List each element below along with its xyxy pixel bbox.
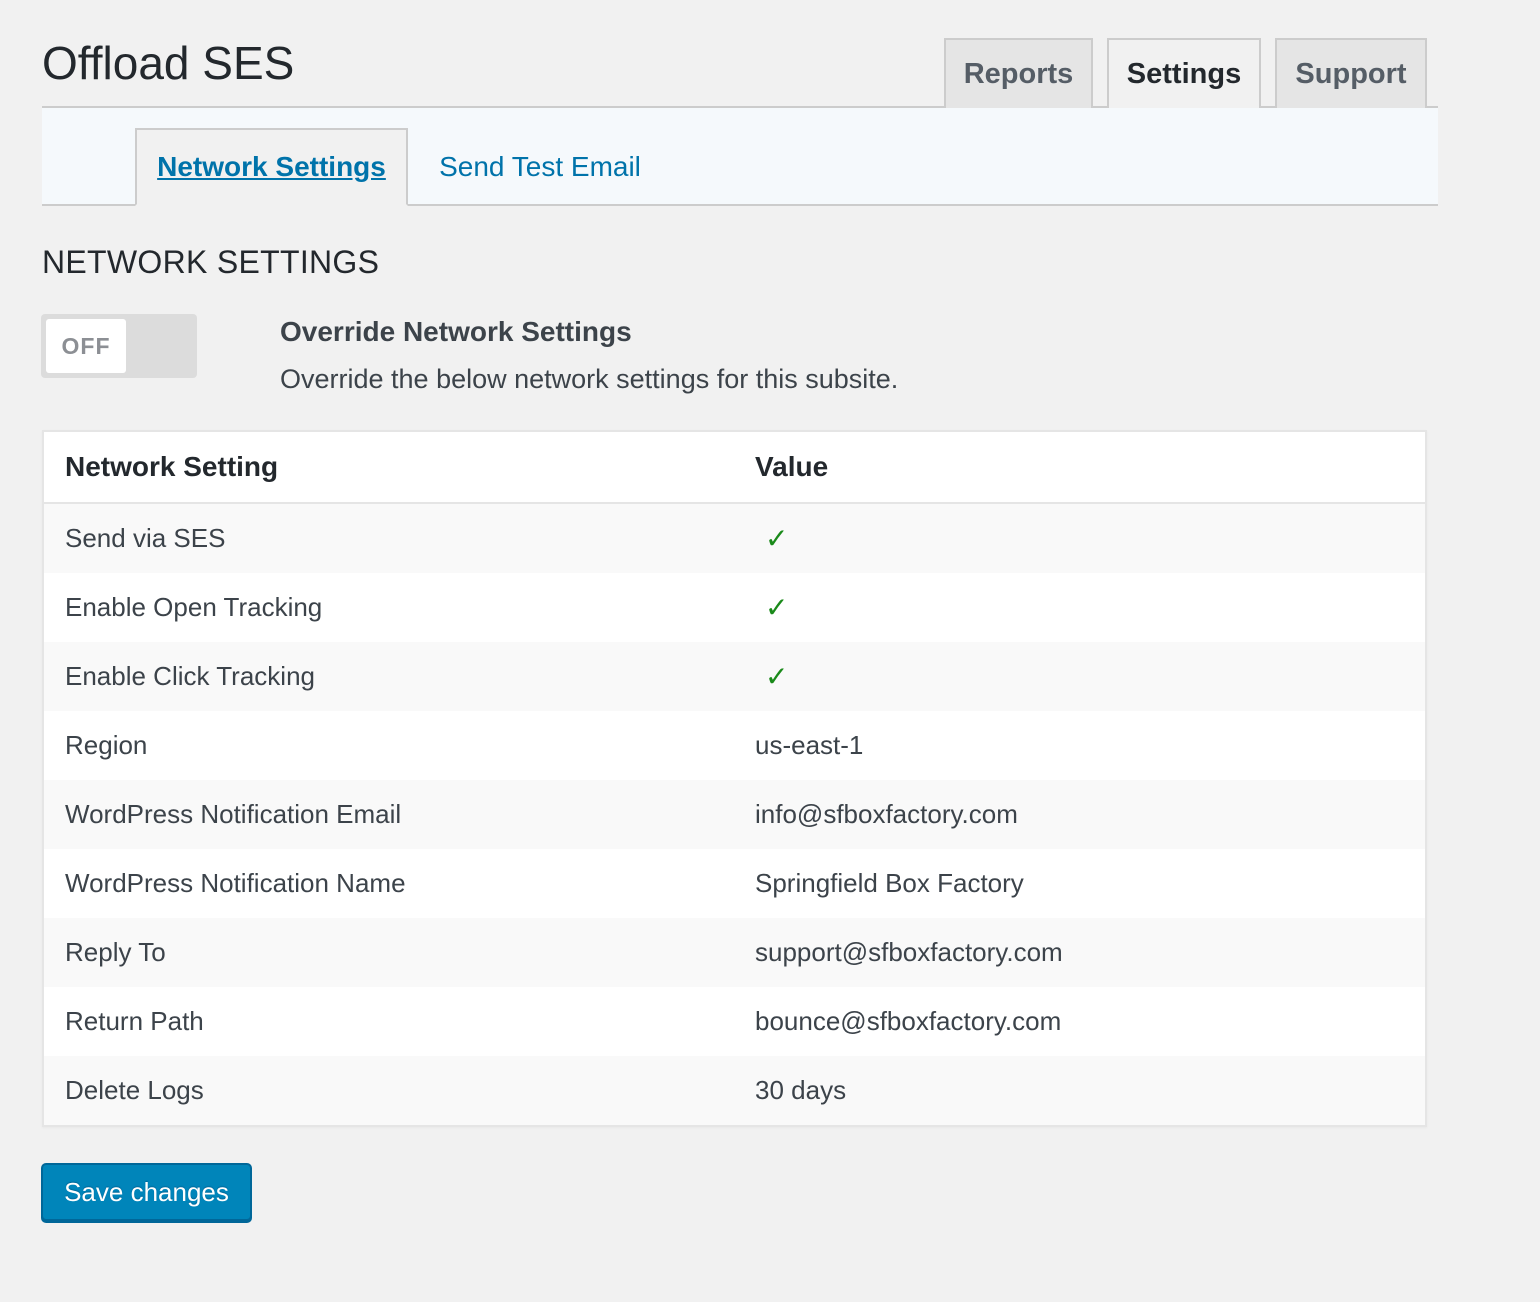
table-header-row: Network Setting Value <box>43 431 1426 504</box>
setting-value: Springfield Box Factory <box>734 849 1426 918</box>
column-header-value: Value <box>734 431 1426 504</box>
check-icon: ✓ <box>765 523 789 554</box>
setting-name: Send via SES <box>43 503 734 573</box>
setting-name: WordPress Notification Email <box>43 780 734 849</box>
setting-name: Enable Click Tracking <box>43 642 734 711</box>
subtab-send-test-email[interactable]: Send Test Email <box>424 128 656 206</box>
table-row: WordPress Notification Email info@sfboxf… <box>43 780 1426 849</box>
setting-value: info@sfboxfactory.com <box>734 780 1426 849</box>
column-header-setting: Network Setting <box>43 431 734 504</box>
setting-value: ✓ <box>734 503 1426 573</box>
table-row: Send via SES ✓ <box>43 503 1426 573</box>
network-settings-table: Network Setting Value Send via SES ✓ Ena… <box>42 430 1427 1127</box>
tab-reports[interactable]: Reports <box>944 38 1093 108</box>
table-row: WordPress Notification Name Springfield … <box>43 849 1426 918</box>
table-row: Region us-east-1 <box>43 711 1426 780</box>
check-icon: ✓ <box>765 592 789 623</box>
sub-nav: Network Settings Send Test Email <box>42 108 1438 206</box>
setting-value: ✓ <box>734 573 1426 642</box>
setting-name: Region <box>43 711 734 780</box>
section-heading: NETWORK SETTINGS <box>42 244 380 280</box>
table-row: Delete Logs 30 days <box>43 1056 1426 1126</box>
toggle-state-label: OFF <box>46 319 126 373</box>
table-row: Reply To support@sfboxfactory.com <box>43 918 1426 987</box>
setting-value: support@sfboxfactory.com <box>734 918 1426 987</box>
override-title: Override Network Settings <box>280 316 632 347</box>
override-description: Override the below network settings for … <box>280 364 899 394</box>
setting-name: WordPress Notification Name <box>43 849 734 918</box>
setting-value: us-east-1 <box>734 711 1426 780</box>
setting-value: bounce@sfboxfactory.com <box>734 987 1426 1056</box>
table-row: Enable Click Tracking ✓ <box>43 642 1426 711</box>
setting-name: Reply To <box>43 918 734 987</box>
setting-name: Enable Open Tracking <box>43 573 734 642</box>
check-icon: ✓ <box>765 661 789 692</box>
override-toggle[interactable]: OFF <box>41 314 197 378</box>
subtab-network-settings[interactable]: Network Settings <box>135 128 408 206</box>
page: Reports Settings Support Offload SES Net… <box>0 0 1540 1302</box>
setting-name: Delete Logs <box>43 1056 734 1126</box>
setting-value: 30 days <box>734 1056 1426 1126</box>
tab-settings[interactable]: Settings <box>1107 38 1261 110</box>
page-title: Offload SES <box>42 37 295 89</box>
setting-name: Return Path <box>43 987 734 1056</box>
table-row: Enable Open Tracking ✓ <box>43 573 1426 642</box>
table-row: Return Path bounce@sfboxfactory.com <box>43 987 1426 1056</box>
setting-value: ✓ <box>734 642 1426 711</box>
tab-support[interactable]: Support <box>1275 38 1427 108</box>
save-changes-button[interactable]: Save changes <box>41 1163 252 1221</box>
